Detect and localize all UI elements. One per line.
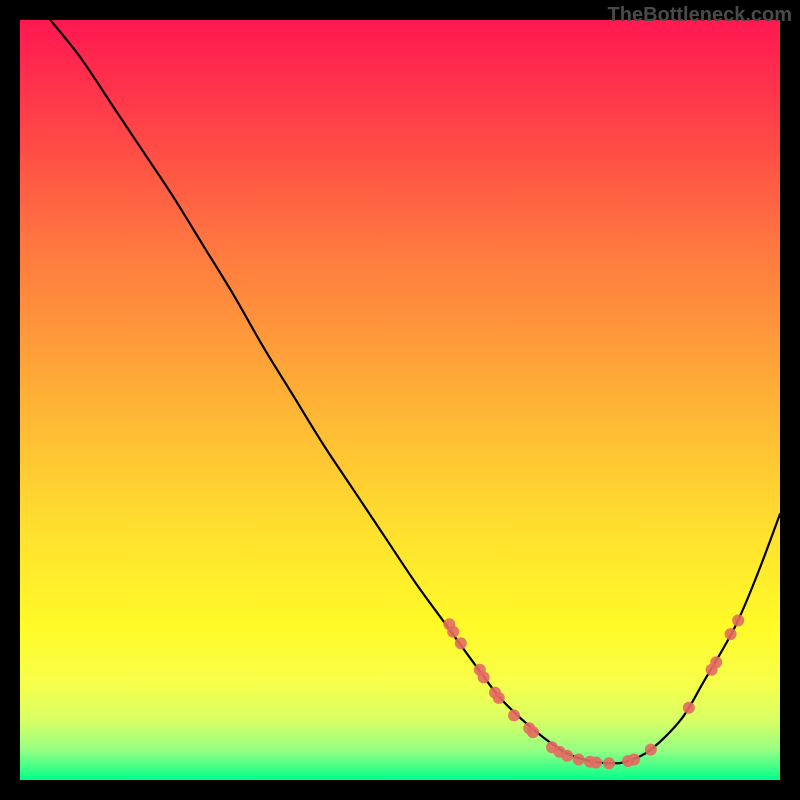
data-point-marker [508,709,520,721]
chart-plot-area [20,20,780,780]
data-point-marker [645,744,657,756]
curve-line [50,20,780,763]
chart-svg [20,20,780,780]
data-point-marker [447,626,459,638]
data-point-marker [683,702,695,714]
data-point-marker [478,671,490,683]
data-point-marker [455,637,467,649]
data-point-marker [527,726,539,738]
watermark-text: TheBottleneck.com [608,4,792,27]
data-point-marker [603,757,615,769]
data-point-marker [561,750,573,762]
data-point-marker [573,754,585,766]
data-point-marker [710,656,722,668]
data-point-marker [493,692,505,704]
data-point-marker [725,628,737,640]
data-point-marker [628,754,640,766]
data-point-marker [732,614,744,626]
data-point-marker [590,757,602,769]
